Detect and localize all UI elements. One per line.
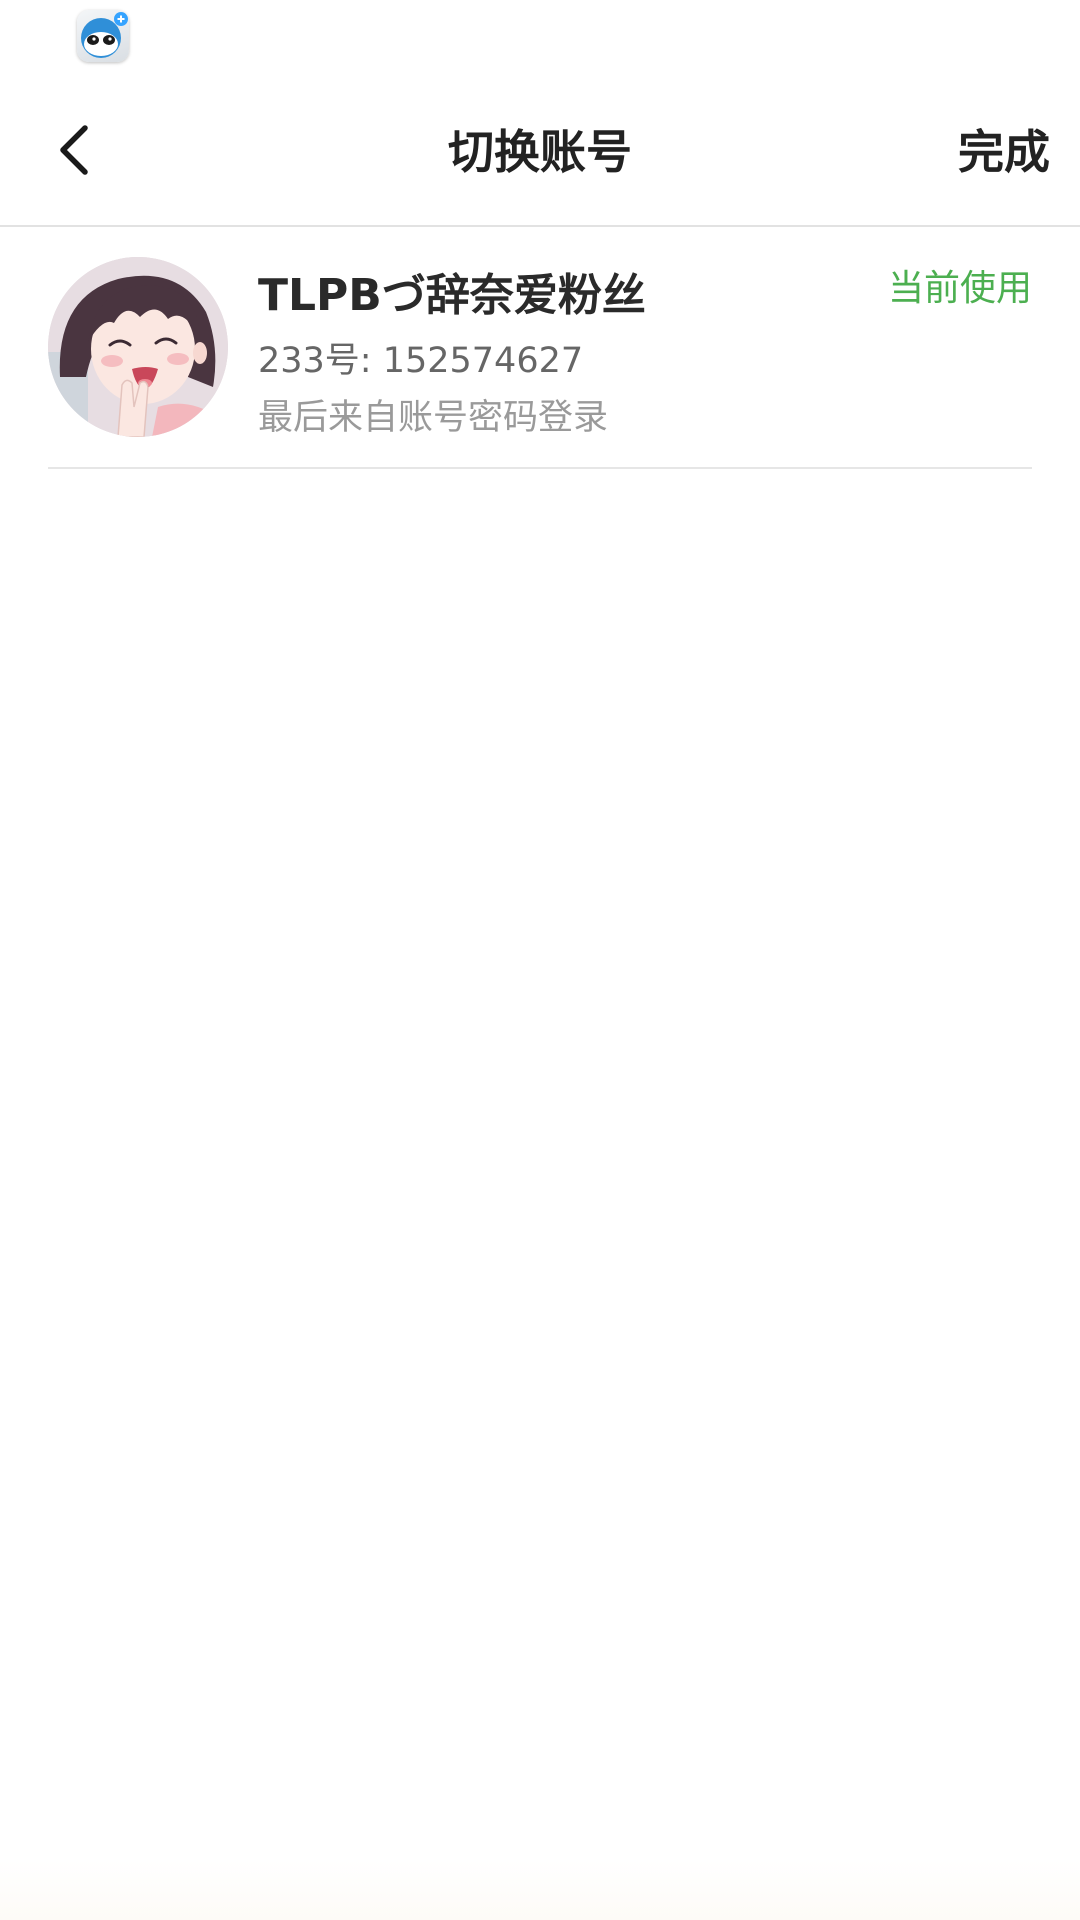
- status-bar: [0, 0, 1080, 80]
- current-account-badge: 当前使用: [887, 268, 1032, 309]
- app-notification-icon: [77, 10, 129, 62]
- back-button[interactable]: [40, 112, 110, 192]
- avatar: [48, 257, 228, 437]
- done-button[interactable]: 完成: [958, 80, 1050, 225]
- account-id: 233号: 152574627: [258, 341, 584, 381]
- page-title: 切换账号: [448, 125, 632, 179]
- chevron-left-icon: [55, 122, 95, 182]
- account-row[interactable]: TLPBづ辞奈爱粉丝 233号: 152574627 最后来自账号密码登录 当前…: [48, 227, 1032, 469]
- account-name: TLPBづ辞奈爱粉丝: [258, 270, 646, 321]
- login-source: 最后来自账号密码登录: [258, 398, 609, 438]
- nav-bar: 切换账号 完成: [0, 80, 1080, 227]
- bottom-fade: [0, 1860, 1080, 1920]
- account-list: TLPBづ辞奈爱粉丝 233号: 152574627 最后来自账号密码登录 当前…: [0, 227, 1080, 469]
- anime-girl-avatar: [48, 257, 228, 437]
